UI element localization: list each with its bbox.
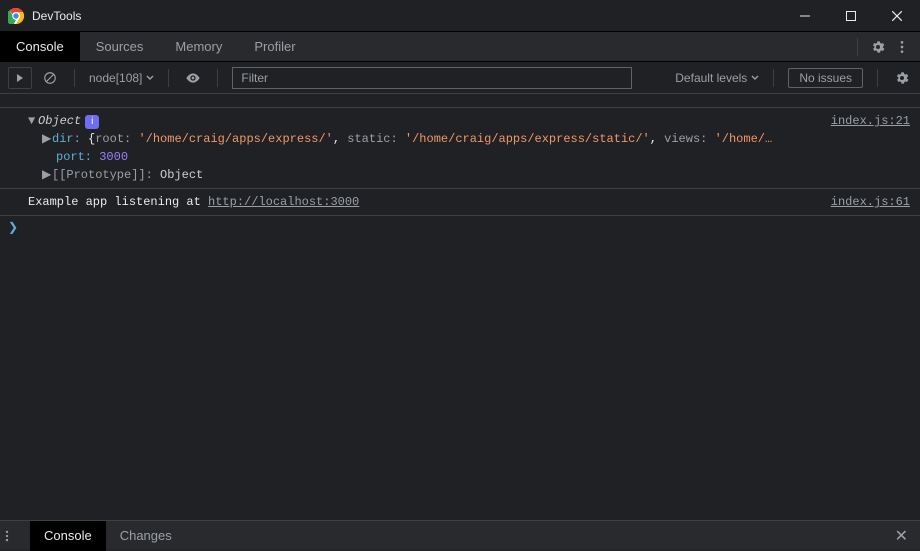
object-row[interactable]: ▼Objecti bbox=[28, 112, 912, 130]
divider bbox=[877, 69, 878, 87]
drawer-more-icon[interactable] bbox=[0, 529, 30, 543]
object-label: Object bbox=[38, 114, 81, 128]
source-link[interactable]: index.js:21 bbox=[831, 112, 910, 130]
log-url-link[interactable]: http://localhost:3000 bbox=[208, 195, 359, 209]
spacer bbox=[0, 94, 920, 108]
tab-sources[interactable]: Sources bbox=[80, 32, 160, 62]
drawer-close-icon[interactable]: ✕ bbox=[883, 526, 920, 546]
minimize-button[interactable] bbox=[782, 0, 828, 32]
settings-icon[interactable] bbox=[868, 37, 888, 57]
chevron-down-icon bbox=[146, 74, 154, 82]
more-icon[interactable] bbox=[892, 37, 912, 57]
context-label: node[108] bbox=[89, 71, 142, 85]
main-tabbar: Console Sources Memory Profiler bbox=[0, 32, 920, 62]
property-key: port: bbox=[56, 150, 92, 164]
object-property-row[interactable]: port: 3000 bbox=[28, 148, 912, 166]
drawer-tab-console[interactable]: Console bbox=[30, 521, 106, 551]
issues-pill[interactable]: No issues bbox=[788, 68, 863, 88]
tab-memory[interactable]: Memory bbox=[159, 32, 238, 62]
maximize-button[interactable] bbox=[828, 0, 874, 32]
property-key: dir: bbox=[52, 132, 81, 146]
property-key: static: bbox=[347, 132, 397, 146]
console-output[interactable]: index.js:21 ▼Objecti ▶dir: {root: '/home… bbox=[0, 94, 920, 520]
property-value: '/home/craig/apps/express/' bbox=[138, 132, 332, 146]
divider bbox=[74, 69, 75, 87]
property-value: '/home/craig/apps/express/static/' bbox=[405, 132, 650, 146]
tab-profiler[interactable]: Profiler bbox=[238, 32, 311, 62]
expand-arrow-icon[interactable]: ▼ bbox=[28, 112, 38, 130]
live-expression-icon[interactable] bbox=[183, 68, 203, 88]
divider bbox=[857, 38, 858, 56]
property-value: 3000 bbox=[99, 150, 128, 164]
console-prompt[interactable] bbox=[0, 216, 920, 239]
titlebar: DevTools bbox=[0, 0, 920, 32]
expand-arrow-icon[interactable]: ▶ bbox=[42, 130, 52, 148]
object-property-row[interactable]: ▶dir: {root: '/home/craig/apps/express/'… bbox=[28, 130, 912, 148]
close-button[interactable] bbox=[874, 0, 920, 32]
clear-console-icon[interactable] bbox=[40, 68, 60, 88]
log-text: Example app listening at bbox=[28, 195, 208, 209]
log-message: index.js:21 ▼Objecti ▶dir: {root: '/home… bbox=[0, 108, 920, 189]
tab-console[interactable]: Console bbox=[0, 32, 80, 62]
chevron-down-icon bbox=[751, 74, 759, 82]
divider bbox=[168, 69, 169, 87]
source-link[interactable]: index.js:61 bbox=[831, 193, 910, 211]
execution-context-icon[interactable] bbox=[8, 67, 32, 89]
drawer: Console Changes ✕ bbox=[0, 520, 920, 550]
property-key: root: bbox=[95, 132, 131, 146]
console-toolbar: node[108] Default levels No issues bbox=[0, 62, 920, 94]
object-property-row[interactable]: ▶[[Prototype]]: Object bbox=[28, 166, 912, 184]
divider bbox=[773, 69, 774, 87]
property-key: views: bbox=[664, 132, 707, 146]
log-message: index.js:61 Example app listening at htt… bbox=[0, 189, 920, 216]
expand-arrow-icon[interactable]: ▶ bbox=[42, 166, 52, 184]
filter-input[interactable] bbox=[232, 67, 632, 89]
levels-label: Default levels bbox=[675, 71, 747, 85]
property-value: Object bbox=[160, 168, 203, 182]
drawer-tab-changes[interactable]: Changes bbox=[106, 521, 186, 551]
chrome-logo-icon bbox=[8, 8, 24, 24]
divider bbox=[217, 69, 218, 87]
property-key: [[Prototype]]: bbox=[52, 168, 153, 182]
context-selector[interactable]: node[108] bbox=[89, 71, 154, 85]
property-value: '/home/… bbox=[715, 132, 773, 146]
info-badge-icon[interactable]: i bbox=[85, 115, 99, 129]
console-settings-icon[interactable] bbox=[892, 68, 912, 88]
window-title: DevTools bbox=[32, 9, 81, 23]
log-levels-selector[interactable]: Default levels bbox=[675, 71, 759, 85]
